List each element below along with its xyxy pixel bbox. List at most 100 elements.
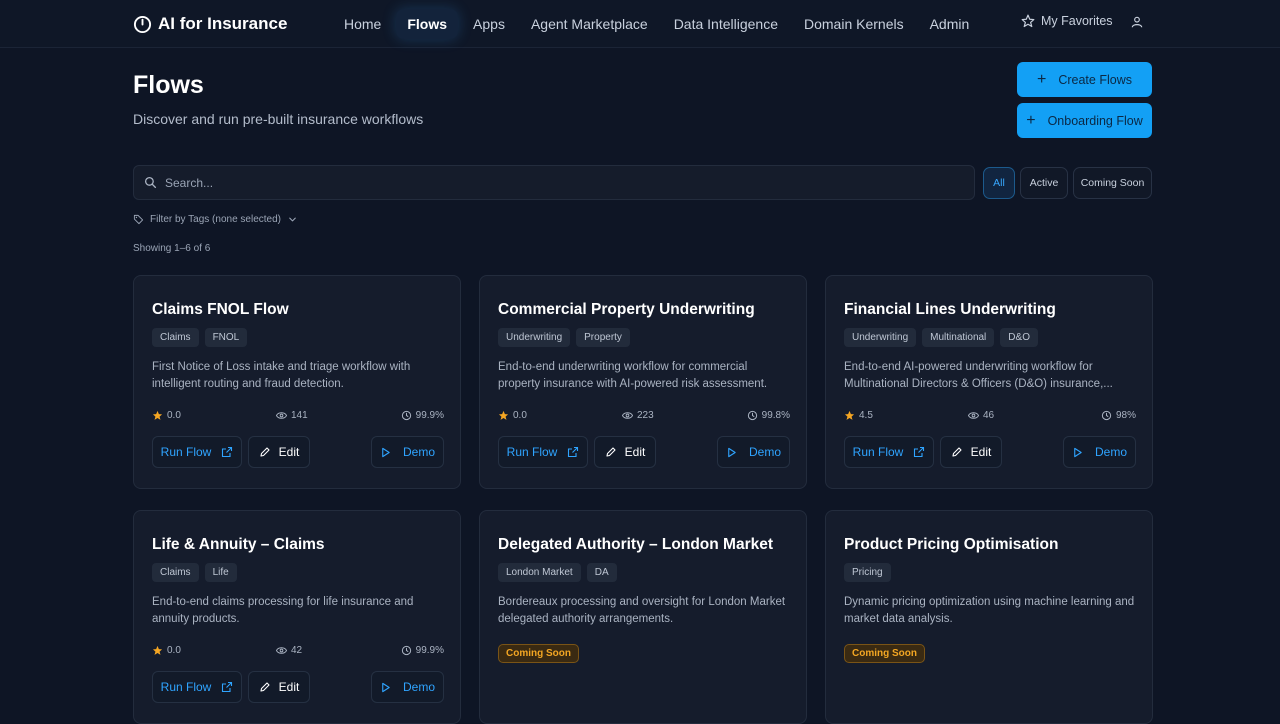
demo-button[interactable]: Demo — [717, 436, 790, 468]
card-tag[interactable]: Multinational — [922, 328, 995, 347]
rating: 0.0 — [152, 645, 181, 656]
flow-card[interactable]: Commercial Property Underwriting Underwr… — [479, 275, 807, 489]
run-flow-button[interactable]: Run Flow — [152, 671, 242, 703]
uptime: 99.8% — [747, 410, 790, 421]
coming-soon-badge: Coming Soon — [844, 644, 925, 663]
run-flow-button[interactable]: Run Flow — [152, 436, 242, 468]
flow-card[interactable]: Product Pricing Optimisation Pricing Dyn… — [825, 510, 1153, 724]
views: 223 — [622, 410, 654, 421]
plus-icon: + — [1037, 70, 1047, 88]
pencil-icon — [606, 447, 616, 457]
nav-agent-marketplace[interactable]: Agent Marketplace — [520, 9, 659, 39]
card-tag[interactable]: DA — [586, 563, 617, 582]
card-description: Dynamic pricing optimization using machi… — [844, 596, 1135, 625]
page-subtitle: Discover and run pre-built insurance wor… — [133, 111, 424, 127]
run-flow-button[interactable]: Run Flow — [498, 436, 588, 468]
create-flows-button[interactable]: + Create Flows — [1017, 62, 1152, 97]
filter-all-button[interactable]: All — [983, 167, 1015, 199]
create-flows-label: Create Flows — [1058, 72, 1132, 87]
rating-value: 0.0 — [167, 645, 181, 656]
external-link-icon — [568, 446, 579, 458]
play-icon — [382, 682, 390, 692]
flow-card[interactable]: Delegated Authority – London Market Lond… — [479, 510, 807, 724]
results-count: Showing 1–6 of 6 — [133, 243, 211, 254]
tags-filter-toggle[interactable]: Filter by Tags (none selected) — [133, 214, 298, 225]
card-tag[interactable]: Underwriting — [844, 328, 917, 347]
edit-label: Edit — [970, 445, 992, 459]
nav-flows[interactable]: Flows — [396, 9, 459, 39]
card-title: Product Pricing Optimisation — [844, 536, 1059, 553]
rating: 4.5 — [844, 410, 873, 421]
views-value: 223 — [637, 410, 654, 421]
run-flow-button[interactable]: Run Flow — [844, 436, 934, 468]
favorites-link[interactable]: My Favorites — [1021, 14, 1113, 28]
edit-label: Edit — [278, 445, 300, 459]
play-icon — [382, 447, 390, 457]
card-tag[interactable]: Claims — [152, 563, 199, 582]
onboarding-flow-button[interactable]: + Onboarding Flow — [1017, 103, 1152, 138]
card-tag[interactable]: D&O — [1000, 328, 1038, 347]
run-flow-label: Run Flow — [852, 445, 904, 459]
tags-filter-label: Filter by Tags (none selected) — [150, 214, 281, 225]
card-actions: Run Flow Edit Demo — [498, 436, 790, 468]
card-description: End-to-end AI-powered underwriting workf… — [844, 361, 1113, 390]
card-tag[interactable]: Life — [204, 563, 237, 582]
tag-icon — [133, 214, 144, 225]
flow-card[interactable]: Financial Lines Underwriting Underwritin… — [825, 275, 1153, 489]
flow-card[interactable]: Life & Annuity – Claims Claims Life End-t… — [133, 510, 461, 724]
edit-button[interactable]: Edit — [248, 671, 310, 703]
edit-button[interactable]: Edit — [248, 436, 310, 468]
card-tag[interactable]: Property — [576, 328, 630, 347]
rating: 0.0 — [498, 410, 527, 421]
card-title: Commercial Property Underwriting — [498, 301, 755, 318]
rating-value: 4.5 — [859, 410, 873, 421]
nav-data-intelligence[interactable]: Data Intelligence — [663, 9, 789, 39]
card-tag[interactable]: Underwriting — [498, 328, 571, 347]
views: 46 — [968, 410, 994, 421]
edit-button[interactable]: Edit — [940, 436, 1002, 468]
search-icon — [144, 176, 157, 189]
card-title: Claims FNOL Flow — [152, 301, 289, 318]
demo-label: Demo — [402, 445, 435, 459]
top-nav: AI for Insurance Home Flows Apps Agent M… — [0, 0, 1280, 48]
rating: 0.0 — [152, 410, 181, 421]
views-value: 46 — [983, 410, 995, 421]
logo[interactable]: AI for Insurance — [133, 12, 287, 36]
demo-button[interactable]: Demo — [1063, 436, 1136, 468]
user-icon[interactable] — [1130, 15, 1144, 29]
eye-icon — [276, 412, 287, 419]
nav-home[interactable]: Home — [333, 9, 392, 39]
views: 42 — [276, 645, 302, 656]
card-tag[interactable]: Claims — [152, 328, 199, 347]
search-bar — [133, 165, 975, 200]
card-tag[interactable]: FNOL — [204, 328, 248, 347]
onboarding-flow-label: Onboarding Flow — [1047, 113, 1143, 128]
demo-button[interactable]: Demo — [371, 436, 444, 468]
filter-coming-soon-button[interactable]: Coming Soon — [1073, 167, 1152, 199]
search-input[interactable] — [165, 175, 945, 190]
demo-button[interactable]: Demo — [371, 671, 444, 703]
views-value: 141 — [291, 410, 308, 421]
eye-icon — [622, 412, 633, 419]
card-tags: Claims Life — [152, 563, 237, 582]
edit-label: Edit — [278, 680, 300, 694]
star-outline-icon — [1021, 14, 1035, 28]
flow-card[interactable]: Claims FNOL Flow Claims FNOL First Notice… — [133, 275, 461, 489]
nav-apps[interactable]: Apps — [462, 9, 516, 39]
demo-label: Demo — [1094, 445, 1127, 459]
uptime: 99.9% — [401, 645, 444, 656]
views: 141 — [276, 410, 308, 421]
rating-value: 0.0 — [167, 410, 181, 421]
card-tag[interactable]: Pricing — [844, 563, 891, 582]
card-tag[interactable]: London Market — [498, 563, 581, 582]
card-stats: 0.0 141 99.9% — [152, 410, 444, 424]
card-tags: Pricing — [844, 563, 891, 582]
filter-active-button[interactable]: Active — [1020, 167, 1068, 199]
eye-icon — [276, 647, 287, 654]
card-title: Financial Lines Underwriting — [844, 301, 1056, 318]
nav-admin[interactable]: Admin — [919, 9, 981, 39]
card-tags: Underwriting Property — [498, 328, 630, 347]
edit-button[interactable]: Edit — [594, 436, 656, 468]
nav-domain-kernels[interactable]: Domain Kernels — [793, 9, 915, 39]
star-icon — [152, 410, 163, 420]
